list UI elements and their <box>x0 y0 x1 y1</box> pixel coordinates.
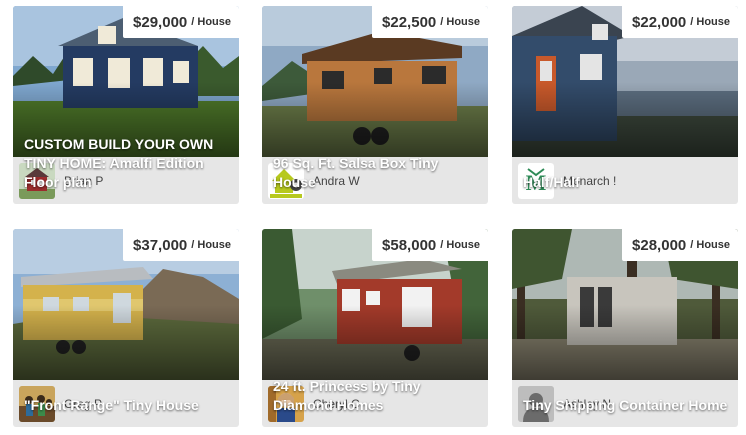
listing-card[interactable]: Half/Half $22,000 / House M Monarch ! <box>512 6 738 204</box>
price-tag: $22,500 / House <box>372 6 488 38</box>
price-unit: / House <box>440 16 480 28</box>
price-tag: $22,000 / House <box>622 6 738 38</box>
price-unit: / House <box>191 239 231 251</box>
listing-price: $28,000 <box>632 236 687 254</box>
listing-price: $22,000 <box>632 13 687 31</box>
listing-title[interactable]: CUSTOM BUILD YOUR OWN TINY HOME: Amalfi … <box>24 135 231 192</box>
price-unit: / House <box>690 16 730 28</box>
listing-title[interactable]: "Front Range" Tiny House <box>24 396 231 415</box>
price-unit: / House <box>191 16 231 28</box>
listing-card[interactable]: 24 ft. Princess by Tiny Diamond Homes $5… <box>262 229 488 427</box>
listing-card[interactable]: "Front Range" Tiny House $37,000 / House… <box>13 229 239 427</box>
price-tag: $28,000 / House <box>622 229 738 261</box>
listing-price: $29,000 <box>133 13 188 31</box>
listing-title[interactable]: Tiny Shipping Container Home <box>523 396 730 415</box>
listing-card[interactable]: 96 Sq. Ft. Salsa Box Tiny House $22,500 … <box>262 6 488 204</box>
listing-card[interactable]: Tiny Shipping Container Home $28,000 / H… <box>512 229 738 427</box>
listing-price: $37,000 <box>133 236 188 254</box>
listing-price: $58,000 <box>382 236 437 254</box>
price-tag: $29,000 / House <box>123 6 239 38</box>
listing-card[interactable]: CUSTOM BUILD YOUR OWN TINY HOME: Amalfi … <box>13 6 239 204</box>
listing-price: $22,500 <box>382 13 437 31</box>
listing-title[interactable]: Half/Half <box>523 173 730 192</box>
price-tag: $37,000 / House <box>123 229 239 261</box>
price-unit: / House <box>690 239 730 251</box>
listing-title[interactable]: 24 ft. Princess by Tiny Diamond Homes <box>273 377 480 415</box>
price-unit: / House <box>440 239 480 251</box>
listing-title[interactable]: 96 Sq. Ft. Salsa Box Tiny House <box>273 154 480 192</box>
price-tag: $58,000 / House <box>372 229 488 261</box>
